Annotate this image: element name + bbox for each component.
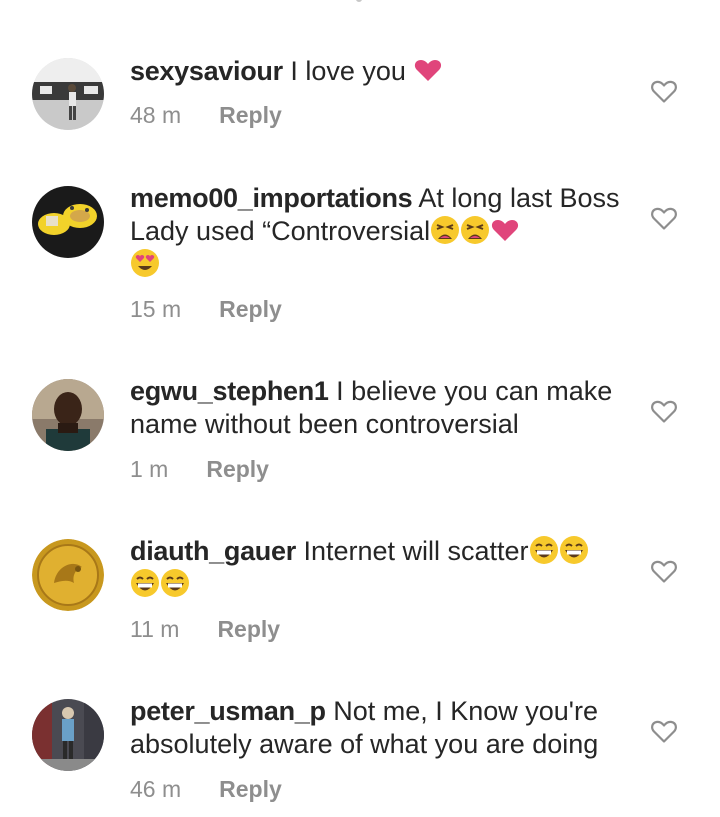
avatar[interactable] bbox=[32, 699, 104, 771]
heart-emoji-icon bbox=[490, 215, 520, 245]
heart-eyes-emoji-icon bbox=[130, 248, 160, 278]
comment-username[interactable]: peter_usman_p bbox=[130, 696, 326, 726]
reply-button[interactable]: Reply bbox=[219, 102, 282, 128]
comment-meta: 15 m Reply bbox=[130, 296, 282, 323]
heart-emoji-icon bbox=[413, 55, 443, 85]
comment-time: 46 m bbox=[130, 776, 182, 802]
laughing-face-emoji-icon bbox=[559, 535, 589, 565]
comment-body: peter_usman_p Not me, I Know you're abso… bbox=[130, 695, 620, 761]
reply-button[interactable]: Reply bbox=[219, 296, 282, 322]
comment-body: sexysaviour I love you bbox=[130, 55, 620, 88]
avatar[interactable] bbox=[32, 58, 104, 130]
laughing-face-emoji-icon bbox=[130, 568, 160, 598]
tired-face-emoji-icon bbox=[460, 215, 490, 245]
comment-time: 48 m bbox=[130, 102, 182, 128]
avatar[interactable] bbox=[32, 186, 104, 258]
comment-time: 1 m bbox=[130, 456, 169, 482]
laughing-face-emoji-icon bbox=[160, 568, 190, 598]
comment-username[interactable]: sexysaviour bbox=[130, 56, 283, 86]
comment-meta: 11 m Reply bbox=[130, 616, 280, 643]
like-heart-icon[interactable] bbox=[650, 718, 678, 744]
reply-button[interactable]: Reply bbox=[219, 776, 282, 802]
tired-face-emoji-icon bbox=[430, 215, 460, 245]
reply-button[interactable]: Reply bbox=[217, 616, 280, 642]
like-heart-icon[interactable] bbox=[650, 558, 678, 584]
comment-meta: 48 m Reply bbox=[130, 102, 282, 129]
comment-body: egwu_stephen1 I believe you can make nam… bbox=[130, 375, 620, 441]
comment-text: Internet will scatter bbox=[295, 536, 529, 566]
comment-text: I love you bbox=[282, 56, 414, 86]
like-heart-icon[interactable] bbox=[650, 78, 678, 104]
comment-body: memo00_importations At long last Boss La… bbox=[130, 182, 620, 281]
comment-username[interactable]: egwu_stephen1 bbox=[130, 376, 329, 406]
laughing-face-emoji-icon bbox=[529, 535, 559, 565]
like-heart-icon[interactable] bbox=[650, 398, 678, 424]
avatar[interactable] bbox=[32, 539, 104, 611]
comment-meta: 1 m Reply bbox=[130, 456, 269, 483]
avatar[interactable] bbox=[32, 379, 104, 451]
comment-time: 15 m bbox=[130, 296, 182, 322]
like-heart-icon[interactable] bbox=[650, 205, 678, 231]
comment-body: diauth_gauer Internet will scatter bbox=[130, 535, 620, 601]
comment-username[interactable]: memo00_importations bbox=[130, 183, 413, 213]
scroll-indicator bbox=[356, 0, 362, 2]
comment-username[interactable]: diauth_gauer bbox=[130, 536, 296, 566]
comment-time: 11 m bbox=[130, 616, 180, 642]
comment-meta: 46 m Reply bbox=[130, 776, 282, 803]
reply-button[interactable]: Reply bbox=[206, 456, 269, 482]
